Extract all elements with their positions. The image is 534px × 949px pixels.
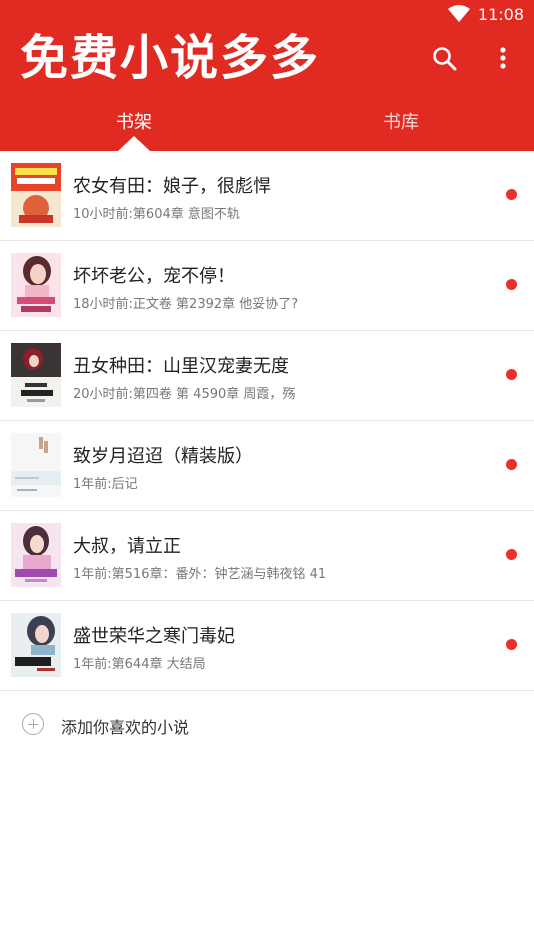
update-dot (506, 639, 517, 650)
add-book-label: 添加你喜欢的小说 (61, 718, 190, 737)
latest-chapter: 20小时前:第四卷 第 4590章 周霞，殇 (73, 387, 296, 402)
status-time: 11:08 (477, 5, 524, 24)
tab-bookshelf[interactable]: 书架 (116, 108, 152, 134)
book-title: 大叔，请立正 (73, 536, 181, 557)
book-cover-image (11, 163, 61, 227)
add-circle-icon (22, 713, 44, 735)
book-title: 农女有田：娘子，很彪悍 (73, 176, 271, 197)
book-item[interactable]: 盛世荣华之寒门毒妃 1年前:第644章 大结局 (0, 601, 534, 691)
book-cover-image (11, 343, 61, 407)
app-header: 11:08 免费小说多多 书架 书库 (0, 0, 534, 151)
book-title: 盛世荣华之寒门毒妃 (73, 626, 235, 647)
update-dot (506, 189, 517, 200)
wifi-icon (448, 5, 470, 22)
update-dot (506, 459, 517, 470)
more-vertical-icon (500, 47, 506, 69)
update-dot (506, 549, 517, 560)
book-item[interactable]: 坏坏老公，宠不停！ 18小时前:正文卷 第2392章 他妥协了? (0, 241, 534, 331)
book-cover-image (11, 523, 61, 587)
book-cover-image (11, 613, 61, 677)
book-item[interactable]: 致岁月迢迢（精装版） 1年前:后记 (0, 421, 534, 511)
book-title: 丑女种田：山里汉宠妻无度 (73, 356, 289, 377)
app-title: 免费小说多多 (20, 30, 321, 86)
book-title: 坏坏老公，宠不停！ (73, 266, 235, 287)
latest-chapter: 10小时前:第604章 意图不轨 (73, 207, 240, 222)
latest-chapter: 1年前:第644章 大结局 (73, 657, 206, 672)
search-icon (433, 47, 457, 71)
book-item[interactable]: 丑女种田：山里汉宠妻无度 20小时前:第四卷 第 4590章 周霞，殇 (0, 331, 534, 421)
latest-chapter: 1年前:后记 (73, 477, 138, 492)
latest-chapter: 1年前:第516章：番外：钟艺涵与韩夜铭 41 (73, 567, 327, 582)
search-button[interactable] (430, 44, 460, 74)
bookshelf-list: 农女有田：娘子，很彪悍 10小时前:第604章 意图不轨 坏坏老公，宠不停！ 1… (0, 151, 534, 759)
book-cover-image (11, 253, 61, 317)
book-title: 致岁月迢迢（精装版） (73, 446, 253, 467)
add-book-button[interactable]: 添加你喜欢的小说 (0, 691, 534, 759)
selected-tab-indicator (118, 136, 150, 151)
update-dot (506, 369, 517, 380)
book-item[interactable]: 大叔，请立正 1年前:第516章：番外：钟艺涵与韩夜铭 41 (0, 511, 534, 601)
tab-library[interactable]: 书库 (383, 108, 419, 134)
book-cover-image (11, 433, 61, 497)
status-bar: 11:08 (0, 0, 534, 28)
update-dot (506, 279, 517, 290)
latest-chapter: 18小时前:正文卷 第2392章 他妥协了? (73, 297, 299, 312)
book-item[interactable]: 农女有田：娘子，很彪悍 10小时前:第604章 意图不轨 (0, 151, 534, 241)
more-options-button[interactable] (490, 44, 516, 74)
